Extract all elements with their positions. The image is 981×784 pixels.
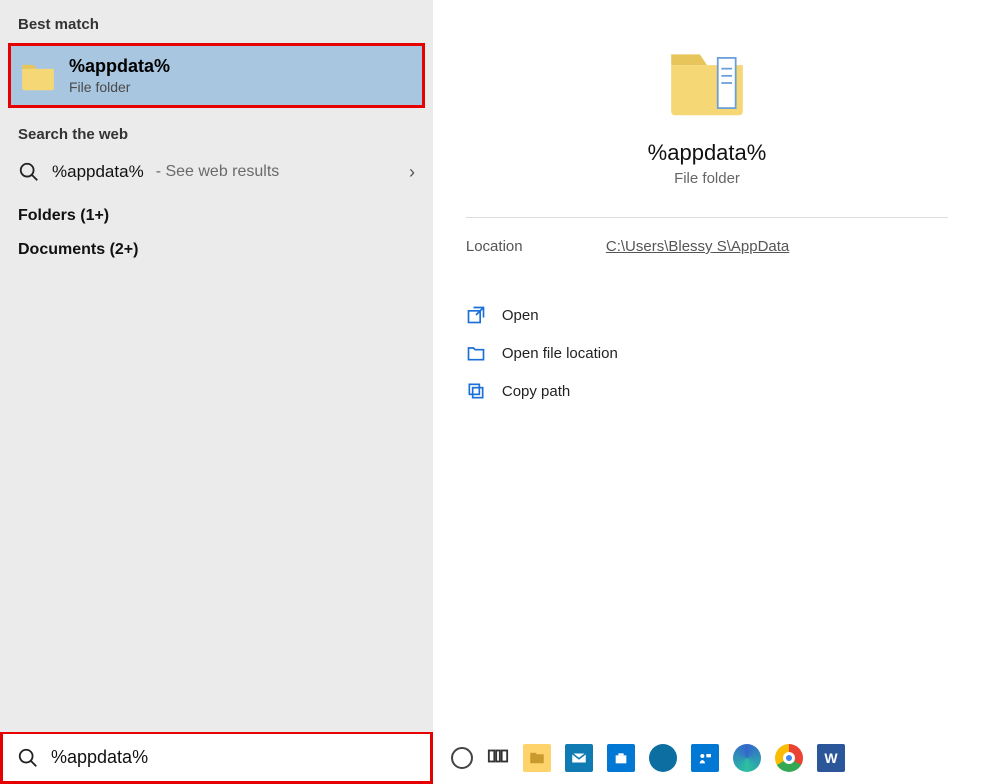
preview-subtitle: File folder xyxy=(674,170,740,187)
best-match-heading: Best match xyxy=(0,8,433,43)
preview-folder-icon xyxy=(664,40,750,126)
web-suffix-text: - See web results xyxy=(156,163,280,181)
taskbar: W xyxy=(433,732,981,784)
preview-pane: %appdata% File folder Location C:\Users\… xyxy=(433,0,981,732)
edge-icon[interactable] xyxy=(733,744,761,772)
category-folders[interactable]: Folders (1+) xyxy=(0,199,433,233)
open-icon xyxy=(466,305,486,325)
file-location-icon xyxy=(466,343,486,363)
cortana-icon[interactable] xyxy=(451,747,473,769)
search-web-heading: Search the web xyxy=(0,118,433,153)
word-icon[interactable]: W xyxy=(817,744,845,772)
search-icon xyxy=(17,747,39,769)
task-view-icon[interactable] xyxy=(487,745,509,772)
search-input[interactable] xyxy=(51,747,416,768)
web-result-row[interactable]: %appdata% - See web results › xyxy=(0,153,433,199)
location-label: Location xyxy=(466,238,606,255)
action-open[interactable]: Open xyxy=(466,305,948,325)
category-documents[interactable]: Documents (2+) xyxy=(0,233,433,267)
results-pane: Best match %appdata% File folder Search … xyxy=(0,0,433,732)
action-label: Open file location xyxy=(502,345,618,362)
location-path-link[interactable]: C:\Users\Blessy S\AppData xyxy=(606,238,789,255)
search-box[interactable] xyxy=(0,732,433,784)
dell-icon[interactable] xyxy=(649,744,677,772)
folder-icon xyxy=(19,57,57,95)
best-match-subtitle: File folder xyxy=(69,79,170,95)
location-row: Location C:\Users\Blessy S\AppData xyxy=(466,238,948,255)
mail-icon[interactable] xyxy=(565,744,593,772)
preview-title: %appdata% xyxy=(648,140,767,166)
chrome-icon[interactable] xyxy=(775,744,803,772)
chevron-right-icon: › xyxy=(409,162,415,183)
file-explorer-icon[interactable] xyxy=(523,744,551,772)
best-match-title: %appdata% xyxy=(69,56,170,77)
web-query-text: %appdata% xyxy=(52,162,144,182)
calendar-icon[interactable] xyxy=(691,744,719,772)
action-label: Copy path xyxy=(502,383,570,400)
copy-icon xyxy=(466,381,486,401)
action-copy-path[interactable]: Copy path xyxy=(466,381,948,401)
store-icon[interactable] xyxy=(607,744,635,772)
search-icon xyxy=(18,161,40,183)
action-open-location[interactable]: Open file location xyxy=(466,343,948,363)
divider xyxy=(466,217,948,218)
action-label: Open xyxy=(502,307,539,324)
best-match-result[interactable]: %appdata% File folder xyxy=(8,43,425,108)
